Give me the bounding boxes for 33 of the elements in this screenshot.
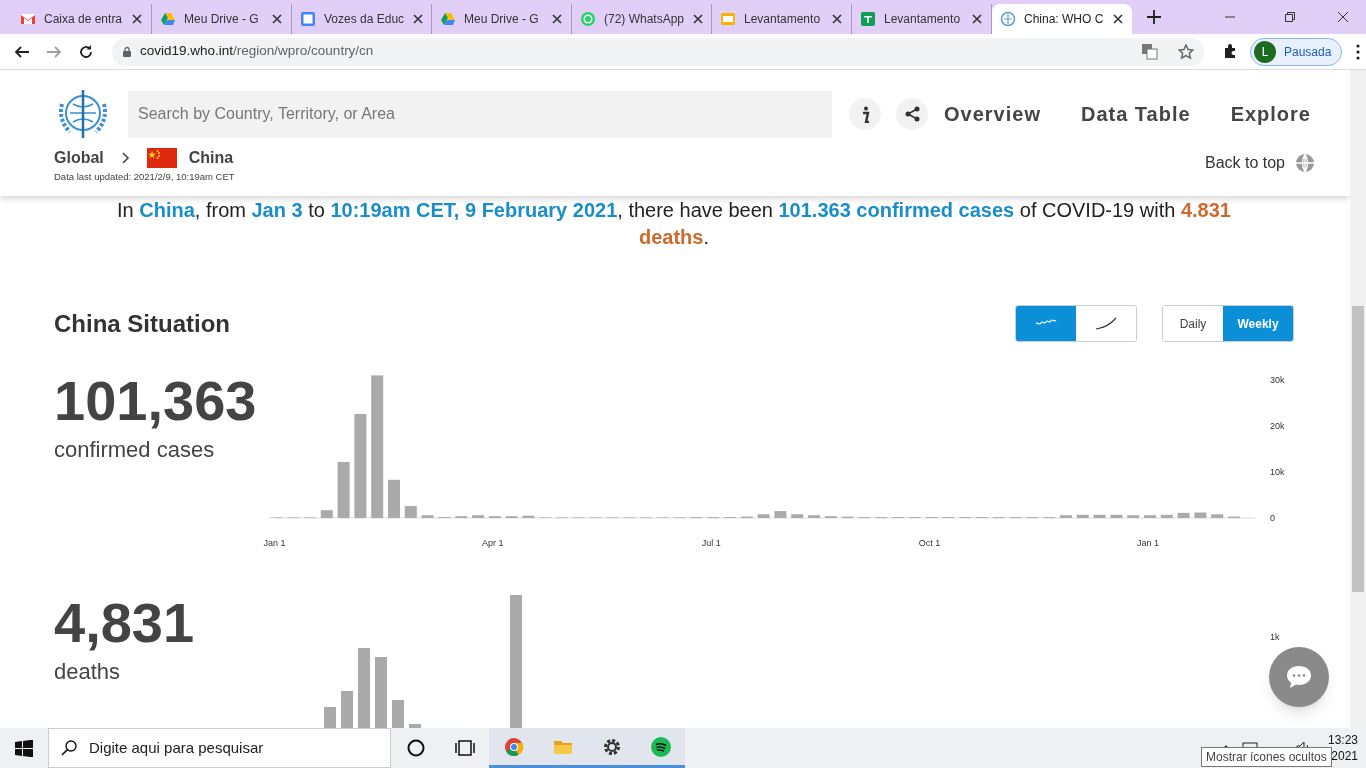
tab-title: Levantamento: [884, 11, 962, 28]
last-updated-text: Data last updated: 2021/2/9, 10:19am CET: [54, 170, 235, 184]
x-axis-label: Jan 1: [263, 538, 286, 548]
y-axis-label: 0: [1270, 513, 1275, 523]
tab-title: Levantamento: [744, 11, 822, 28]
y-axis-label: 30k: [1270, 375, 1285, 385]
clock-time: 13:23: [1327, 732, 1358, 748]
stat-label: deaths: [54, 658, 121, 686]
tab-title: Caixa de entra: [44, 11, 123, 28]
tab-title: Meu Drive - G: [184, 11, 260, 28]
stat-label: confirmed cases: [54, 436, 215, 464]
summary-text: In China, from Jan 3 to 10:19am CET, 9 February 2021, there have been 101.363 confirmed cases of COVID-19 with 4.831 deaths.: [116, 198, 1232, 250]
x-axis-label: Jan 1: [1137, 538, 1159, 548]
x-axis-label: Oct 1: [918, 538, 941, 548]
y-axis-label: 1k: [1270, 632, 1280, 642]
search-placeholder: Digite aqui para pesquisar: [89, 737, 264, 758]
tab-title: (72) WhatsApp: [604, 11, 685, 28]
stat-number: 4,831: [54, 591, 195, 655]
y-axis-label: 20k: [1270, 421, 1285, 431]
tooltip: Mostrar ícones ocultos: [1201, 747, 1332, 767]
x-axis-label: Apr 1: [482, 538, 504, 548]
y-axis-label: 10k: [1270, 467, 1285, 477]
country-name: China: [188, 148, 234, 168]
x-axis-label: Jul 1: [701, 538, 721, 548]
clock-date: 2021: [1331, 748, 1358, 764]
tab-title: Meu Drive - G: [464, 11, 540, 28]
url-text: covid19.who.int/region/wpro/country/cn: [140, 42, 374, 61]
profile-avatar: L: [1254, 40, 1276, 63]
tab-title: Vozes da Educ: [324, 11, 405, 28]
stat-number: 101,363: [54, 369, 257, 433]
profile-status: Pausada: [1284, 43, 1332, 61]
tab-title: China: WHO C: [1024, 11, 1104, 28]
section-title: China Situation: [54, 308, 230, 339]
